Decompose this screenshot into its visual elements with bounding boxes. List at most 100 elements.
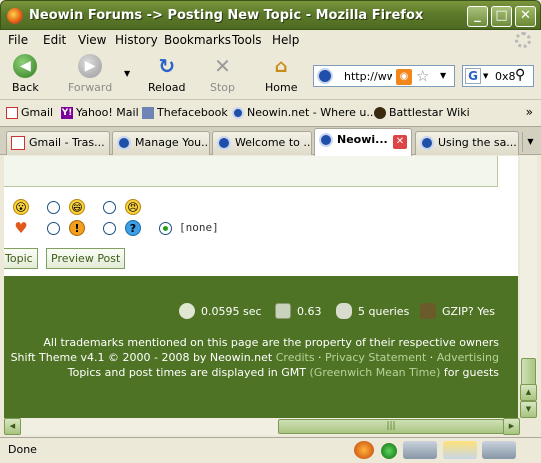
advertising-link[interactable]: Advertising bbox=[437, 351, 499, 364]
scroll-down-button[interactable]: ▼ bbox=[520, 401, 537, 418]
theme-credits-line: Shift Theme v4.1 © 2000 - 2008 by Neowin… bbox=[11, 350, 499, 365]
search-icon[interactable]: ⚲ bbox=[515, 67, 525, 83]
weather-sunny-icon[interactable] bbox=[443, 441, 477, 459]
page-footer: All trademarks mentioned on this page ar… bbox=[11, 335, 499, 380]
clock-icon bbox=[179, 303, 195, 319]
warning-icon[interactable]: ! bbox=[69, 220, 85, 236]
scroll-up-button[interactable]: ▲ bbox=[520, 384, 537, 401]
bookmark-battlestar-wiki[interactable]: Battlestar Wiki bbox=[374, 106, 470, 119]
gmail-icon bbox=[6, 106, 18, 119]
close-tab-icon[interactable]: ✕ bbox=[393, 135, 407, 149]
tab-gmail[interactable]: Gmail - Tras... bbox=[6, 131, 110, 155]
close-button[interactable]: ✕ bbox=[515, 6, 536, 27]
bookmark-star-icon[interactable]: ☆ bbox=[416, 67, 429, 85]
vertical-scrollbar[interactable]: ▲ ▼ bbox=[520, 156, 537, 418]
maximize-button[interactable]: □ bbox=[491, 6, 512, 27]
menu-bookmarks[interactable]: Bookmarks bbox=[164, 33, 231, 47]
emoticon-radio[interactable] bbox=[103, 222, 116, 235]
url-dropdown-icon[interactable]: ▼ bbox=[440, 71, 446, 80]
page-content: 😮 😄 😠 ♥ ! ? [none] Topic Preview Post 0.… bbox=[4, 156, 518, 418]
scroll-right-button[interactable]: ▶ bbox=[503, 418, 520, 435]
bookmarks-toolbar: Gmail Y! Yahoo! Mail Thefacebook Neowin.… bbox=[0, 101, 541, 125]
bookmark-label: Battlestar Wiki bbox=[389, 106, 470, 119]
url-bar[interactable]: http://ww ◉ ☆ ▼ bbox=[313, 65, 455, 87]
bookmark-neowin[interactable]: Neowin.net - Where u... bbox=[232, 106, 377, 119]
home-label: Home bbox=[265, 81, 298, 94]
post-topic-button[interactable]: Topic bbox=[4, 248, 38, 269]
grin-emoticon-icon[interactable]: 😄 bbox=[69, 199, 85, 215]
status-bar: Done bbox=[0, 437, 541, 463]
server-load-icon bbox=[275, 303, 291, 319]
engine-dropdown-icon[interactable]: ▼ bbox=[483, 72, 488, 80]
tab-neowin-active[interactable]: Neowi... ✕ bbox=[314, 128, 412, 156]
neowin-icon bbox=[117, 136, 131, 150]
title-bar: Neowin Forums -> Posting New Topic - Moz… bbox=[0, 0, 541, 30]
yahoo-icon: Y! bbox=[61, 106, 73, 119]
trademark-notice: All trademarks mentioned on this page ar… bbox=[43, 336, 499, 349]
stop-label: Stop bbox=[210, 81, 236, 94]
menu-history[interactable]: History bbox=[115, 33, 158, 47]
scroll-left-button[interactable]: ◀ bbox=[4, 418, 21, 435]
menu-edit[interactable]: Edit bbox=[43, 33, 66, 47]
preview-post-button[interactable]: Preview Post bbox=[46, 248, 126, 269]
emoticon-radio[interactable] bbox=[47, 201, 60, 214]
url-input[interactable]: http://ww bbox=[344, 70, 392, 83]
shocked-emoticon-icon[interactable]: 😮 bbox=[13, 199, 29, 215]
menu-tools[interactable]: Tools bbox=[232, 33, 262, 47]
forward-label: Forward bbox=[68, 81, 113, 94]
angry-emoticon-icon[interactable]: 😠 bbox=[125, 199, 141, 215]
tab-strip: Gmail - Tras... Manage You... Welcome to… bbox=[0, 126, 541, 156]
tab-welcome[interactable]: Welcome to ... bbox=[212, 131, 312, 155]
tab-label: Neowi... bbox=[337, 133, 388, 146]
menu-help[interactable]: Help bbox=[272, 33, 299, 47]
bookmark-label: Neowin.net - Where u... bbox=[247, 106, 377, 119]
stat-gzip: GZIP? Yes bbox=[420, 303, 495, 319]
forward-button[interactable]: ▶ Forward bbox=[68, 54, 112, 94]
none-radio[interactable] bbox=[159, 222, 172, 235]
horizontal-scroll-thumb[interactable]: ||| bbox=[278, 419, 504, 434]
emoticon-radio[interactable] bbox=[47, 222, 60, 235]
bookmark-thefacebook[interactable]: Thefacebook bbox=[142, 106, 228, 119]
tab-label: Using the sa... bbox=[438, 136, 517, 149]
privacy-statement-link[interactable]: Privacy Statement bbox=[325, 351, 426, 364]
minimize-button[interactable]: _ bbox=[467, 6, 488, 27]
home-button[interactable]: ⌂ Home bbox=[265, 54, 298, 95]
credits-link[interactable]: Credits bbox=[276, 351, 315, 364]
weather-storm-icon[interactable] bbox=[482, 441, 516, 459]
gmail-icon bbox=[11, 136, 25, 150]
home-icon: ⌂ bbox=[274, 55, 288, 77]
bookmarks-overflow-icon[interactable]: » bbox=[526, 105, 533, 119]
bookmark-yahoo-mail[interactable]: Y! Yahoo! Mail bbox=[61, 106, 139, 119]
search-input[interactable]: 0x8 bbox=[495, 70, 516, 83]
horizontal-scrollbar[interactable]: ◀ ||| ▶ bbox=[4, 418, 520, 435]
emoticon-radio[interactable] bbox=[103, 201, 116, 214]
history-dropdown-icon[interactable]: ▼ bbox=[124, 69, 130, 78]
tab-using[interactable]: Using the sa... bbox=[415, 131, 519, 155]
firebug-icon[interactable] bbox=[354, 441, 374, 459]
google-engine-icon[interactable]: G bbox=[465, 68, 481, 84]
post-form-panel: 😮 😄 😠 ♥ ! ? [none] Topic Preview Post bbox=[4, 156, 518, 276]
heart-icon[interactable]: ♥ bbox=[13, 220, 29, 236]
timezone-text: Topics and post times are displayed in G… bbox=[67, 366, 307, 379]
reload-label: Reload bbox=[148, 81, 186, 94]
status-text: Done bbox=[8, 443, 37, 456]
weather-rain-icon[interactable] bbox=[403, 441, 437, 459]
bookmark-gmail[interactable]: Gmail bbox=[6, 106, 53, 119]
stop-button[interactable]: ✕ Stop bbox=[210, 54, 235, 94]
stat-load: 0.63 bbox=[275, 303, 322, 319]
reload-button[interactable]: ↻ Reload bbox=[148, 54, 185, 94]
battlestar-icon bbox=[374, 106, 386, 119]
timezone-line: Topics and post times are displayed in G… bbox=[11, 365, 499, 380]
tab-list-button[interactable]: ▼ bbox=[522, 132, 538, 152]
search-bar[interactable]: G ▼ 0x8 ⚲ bbox=[462, 65, 534, 87]
menu-file[interactable]: File bbox=[8, 33, 28, 47]
back-button[interactable]: ◀ Back bbox=[12, 54, 39, 94]
question-icon[interactable]: ? bbox=[125, 220, 141, 236]
status-ok-icon[interactable] bbox=[381, 443, 397, 459]
neowin-icon bbox=[217, 136, 231, 150]
neowin-icon bbox=[420, 136, 434, 150]
rss-feed-icon[interactable]: ◉ bbox=[396, 69, 412, 85]
message-box bbox=[4, 156, 498, 187]
menu-view[interactable]: View bbox=[78, 33, 106, 47]
tab-manage[interactable]: Manage You... bbox=[112, 131, 210, 155]
